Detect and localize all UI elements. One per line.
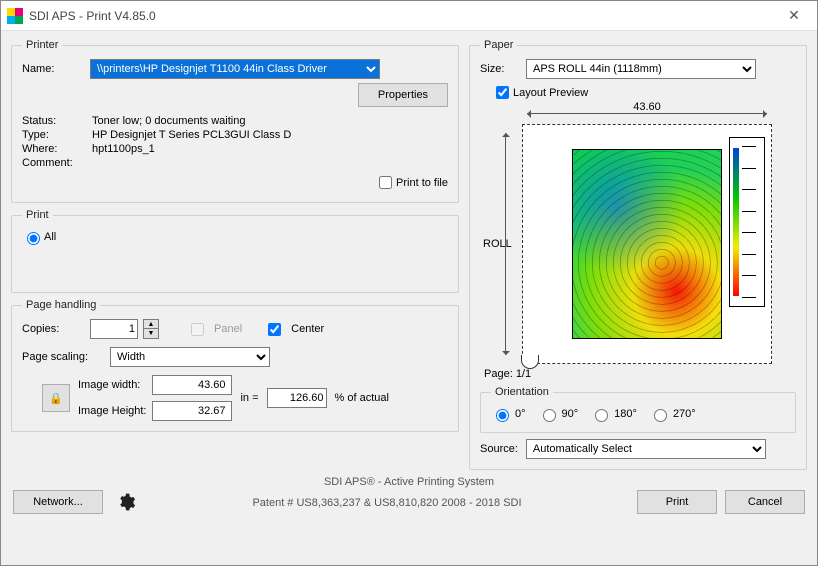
footer-line2: Patent # US8,363,237 & US8,810,820 2008 … (145, 495, 629, 509)
preview-width-value: 43.60 (633, 101, 661, 113)
print-button[interactable]: Print (637, 490, 717, 514)
roll-arrow-icon (505, 133, 506, 355)
lock-icon: 🔒 (49, 392, 63, 405)
width-arrow-icon (527, 113, 767, 114)
printer-name-label: Name: (22, 63, 84, 75)
layout-preview-label: Layout Preview (513, 87, 588, 99)
preview-page (572, 149, 722, 339)
orient-270-label: 270° (673, 408, 696, 420)
lock-aspect-button[interactable]: 🔒 (42, 384, 70, 412)
percent-suffix: % of actual (335, 392, 389, 404)
spinner-down-icon[interactable]: ▼ (144, 329, 158, 338)
app-logo-icon (7, 8, 23, 24)
preview-legend-icon (729, 137, 765, 307)
print-to-file-label: Print to file (396, 177, 448, 189)
paper-size-label: Size: (480, 63, 520, 75)
preview-map-icon (573, 150, 721, 338)
page-handling-group: Page handling Copies: ▲▼ Panel Center Pa… (11, 299, 459, 432)
footer: SDI APS® - Active Printing System (1, 474, 817, 488)
panel-label: Panel (214, 323, 242, 335)
image-height-input[interactable] (152, 401, 232, 421)
gear-icon (116, 492, 136, 512)
center-checkbox[interactable] (268, 323, 281, 336)
copies-input[interactable] (90, 319, 138, 339)
print-all-radio[interactable] (27, 232, 40, 245)
panel-checkbox (191, 323, 204, 336)
layout-preview-checkbox[interactable] (496, 86, 509, 99)
status-value: Toner low; 0 documents waiting (92, 115, 245, 127)
spinner-up-icon[interactable]: ▲ (144, 320, 158, 329)
image-width-label: Image width: (78, 379, 146, 391)
where-value: hpt1100ps_1 (92, 143, 155, 155)
footer-line1: SDI APS® - Active Printing System (1, 476, 817, 488)
paper-group: Paper Size: APS ROLL 44in (1118mm) Layou… (469, 39, 807, 470)
orient-180-radio[interactable] (595, 409, 608, 422)
paper-legend: Paper (480, 39, 517, 51)
page-count-label: Page: (484, 368, 513, 380)
page-scaling-label: Page scaling: (22, 351, 104, 363)
print-all-label: All (44, 231, 56, 243)
print-legend: Print (22, 209, 53, 221)
where-label: Where: (22, 143, 92, 155)
comment-label: Comment: (22, 157, 92, 169)
orientation-group: Orientation 0° 90° 180° 270° (480, 386, 796, 433)
cancel-button[interactable]: Cancel (725, 490, 805, 514)
center-label: Center (291, 323, 324, 335)
roll-curl-icon (521, 355, 539, 369)
page-handling-legend: Page handling (22, 299, 100, 311)
orient-90-label: 90° (562, 408, 579, 420)
print-to-file-checkbox[interactable] (379, 176, 392, 189)
orient-0-radio[interactable] (496, 409, 509, 422)
status-label: Status: (22, 115, 92, 127)
copies-label: Copies: (22, 323, 84, 335)
percent-input[interactable] (267, 388, 327, 408)
roll-label: ROLL (483, 238, 512, 250)
in-eq-label: in = (240, 392, 258, 404)
image-width-input[interactable] (152, 375, 232, 395)
titlebar: SDI APS - Print V4.85.0 ✕ (1, 1, 817, 31)
source-label: Source: (480, 443, 518, 455)
page-scaling-select[interactable]: Width (110, 347, 270, 367)
layout-preview: 43.60 ROLL (522, 124, 772, 364)
orient-270-radio[interactable] (654, 409, 667, 422)
printer-name-select[interactable]: \\printers\HP Designjet T1100 44in Class… (90, 59, 380, 79)
image-height-label: Image Height: (78, 405, 146, 417)
orient-90-radio[interactable] (543, 409, 556, 422)
type-label: Type: (22, 129, 92, 141)
type-value: HP Designjet T Series PCL3GUI Class D (92, 129, 291, 141)
print-group: Print All (11, 209, 459, 293)
close-icon[interactable]: ✕ (779, 7, 809, 24)
paper-size-select[interactable]: APS ROLL 44in (1118mm) (526, 59, 756, 79)
printer-legend: Printer (22, 39, 62, 51)
network-button[interactable]: Network... (13, 490, 103, 514)
properties-button[interactable]: Properties (358, 83, 448, 107)
orient-0-label: 0° (515, 408, 526, 420)
settings-button[interactable] (115, 491, 137, 513)
window-title: SDI APS - Print V4.85.0 (29, 9, 779, 23)
copies-spinner[interactable]: ▲▼ (143, 319, 159, 339)
printer-group: Printer Name: \\printers\HP Designjet T1… (11, 39, 459, 203)
orientation-legend: Orientation (491, 386, 553, 398)
source-select[interactable]: Automatically Select (526, 439, 766, 459)
orient-180-label: 180° (614, 408, 637, 420)
page-count-value: 1/1 (516, 368, 531, 380)
